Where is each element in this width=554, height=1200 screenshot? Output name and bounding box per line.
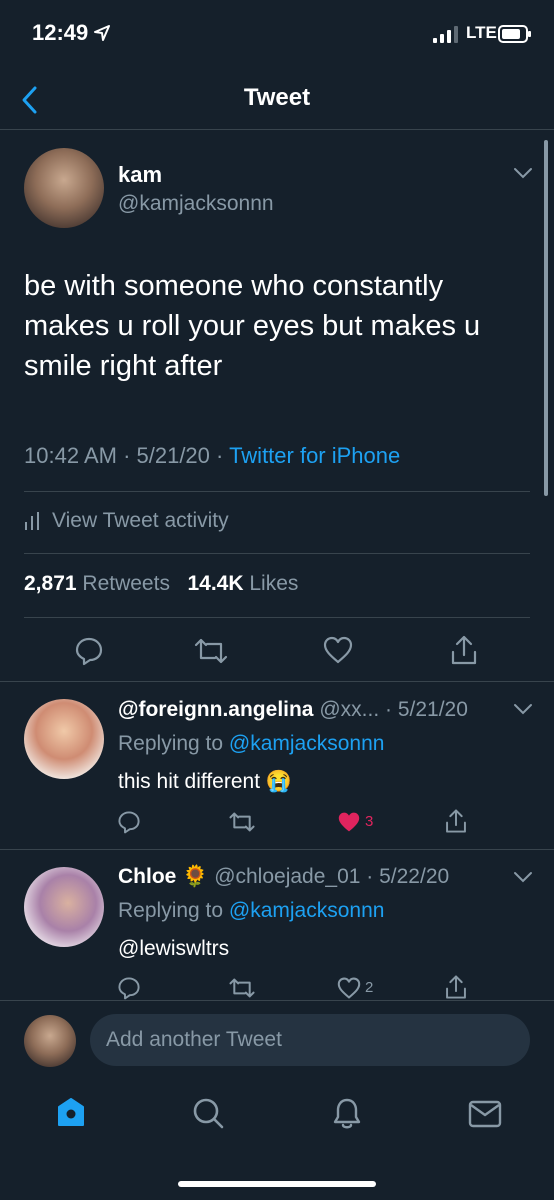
reply-like-count: 2: [365, 979, 374, 996]
divider: [0, 849, 554, 850]
tweet-text-line: makes u roll your eyes but makes u: [24, 310, 481, 342]
replying-to: Replying to @kamjacksonnn: [118, 899, 384, 923]
replying-to-link[interactable]: @kamjacksonnn: [229, 899, 385, 922]
share-icon[interactable]: [444, 974, 468, 1000]
chevron-down-icon[interactable]: [512, 702, 534, 716]
retweets-count: 2,871: [24, 572, 77, 595]
likes-label: Likes: [249, 572, 299, 595]
replying-to-label: Replying to: [118, 899, 224, 922]
tweet-meta: 10:42 AM · 5/21/20 · Twitter for iPhone: [24, 443, 400, 469]
tweet-source-link[interactable]: Twitter for iPhone: [229, 443, 400, 468]
divider: [24, 491, 530, 492]
likes-stat[interactable]: 14.4K Likes: [187, 572, 298, 595]
reply-author-name[interactable]: Chloe: [118, 865, 176, 888]
like-heart-icon[interactable]: [323, 636, 353, 664]
search-icon[interactable]: [192, 1097, 224, 1129]
tweet-text: be with someone who constantly makes u r…: [24, 266, 534, 386]
reply-text-body: this hit different: [118, 770, 261, 793]
liked-heart-icon[interactable]: [337, 811, 361, 833]
tweet-stats: 2,871 Retweets 14.4K Likes: [24, 572, 298, 596]
reply-avatar[interactable]: [24, 699, 104, 779]
notifications-icon[interactable]: [332, 1097, 362, 1131]
author-avatar[interactable]: [24, 148, 104, 228]
author-name[interactable]: kam: [118, 162, 162, 188]
replying-to-label: Replying to: [118, 732, 224, 755]
author-handle[interactable]: @kamjacksonnn: [118, 192, 274, 216]
chevron-down-icon[interactable]: [512, 166, 534, 180]
chevron-down-icon[interactable]: [512, 870, 534, 884]
replying-to-link[interactable]: @kamjacksonnn: [229, 732, 385, 755]
retweet-icon[interactable]: [228, 978, 256, 998]
battery-icon: [498, 25, 531, 43]
compose-bar: Add another Tweet: [0, 1000, 554, 1080]
divider: [0, 681, 554, 682]
retweet-icon[interactable]: [228, 812, 256, 832]
divider: [24, 617, 530, 618]
nav-header: Tweet: [0, 70, 554, 130]
reply-like-count: 3: [365, 813, 374, 830]
location-arrow-icon: [94, 25, 110, 41]
like-heart-icon[interactable]: [337, 977, 361, 999]
reply-icon[interactable]: [117, 810, 141, 834]
compose-avatar[interactable]: [24, 1015, 76, 1067]
reply-text: this hit different 😭: [118, 770, 292, 794]
retweet-icon[interactable]: [193, 638, 229, 664]
sunflower-emoji: 🌻: [182, 865, 209, 888]
share-icon[interactable]: [450, 634, 478, 666]
tweet-timestamp: 10:42 AM · 5/21/20 ·: [24, 443, 224, 468]
view-activity-button[interactable]: View Tweet activity: [24, 509, 229, 533]
reply-author-name[interactable]: @foreignn.angelina: [118, 698, 314, 721]
tweet-text-line: be with someone who constantly: [24, 270, 444, 302]
reply-avatar[interactable]: [24, 867, 104, 947]
home-indicator[interactable]: [178, 1181, 376, 1187]
page-title: Tweet: [243, 84, 311, 111]
view-activity-label: View Tweet activity: [52, 509, 229, 532]
status-time: 12:49: [32, 20, 89, 45]
network-label: LTE: [466, 23, 497, 42]
retweets-stat[interactable]: 2,871 Retweets: [24, 572, 170, 595]
share-icon[interactable]: [444, 808, 468, 834]
reply-icon[interactable]: [117, 976, 141, 1000]
add-tweet-placeholder: Add another Tweet: [106, 1028, 282, 1051]
reply-icon[interactable]: [74, 636, 104, 666]
messages-icon[interactable]: [468, 1100, 502, 1128]
likes-count: 14.4K: [187, 572, 244, 595]
retweets-label: Retweets: [82, 572, 170, 595]
reply-handle-date: @xx... · 5/21/20: [319, 698, 468, 721]
replying-to: Replying to @kamjacksonnn: [118, 732, 384, 756]
mention-link[interactable]: @lewiswltrs: [118, 937, 229, 961]
reply-handle-date: @chloejade_01 · 5/22/20: [214, 865, 450, 888]
crying-emoji: 😭: [265, 770, 293, 793]
add-tweet-input[interactable]: Add another Tweet: [90, 1014, 530, 1066]
scrollbar[interactable]: [544, 140, 548, 496]
signal-icon: [433, 26, 458, 43]
reply-header: Chloe 🌻 @chloejade_01 · 5/22/20: [118, 865, 449, 889]
tweet-text-line: smile right after: [24, 350, 223, 382]
home-icon[interactable]: [56, 1097, 86, 1127]
reply-header: @foreignn.angelina @xx... · 5/21/20: [118, 698, 468, 722]
activity-chart-icon: [25, 512, 39, 531]
divider: [24, 553, 530, 554]
status-bar: 12:49 LTE: [0, 0, 554, 70]
